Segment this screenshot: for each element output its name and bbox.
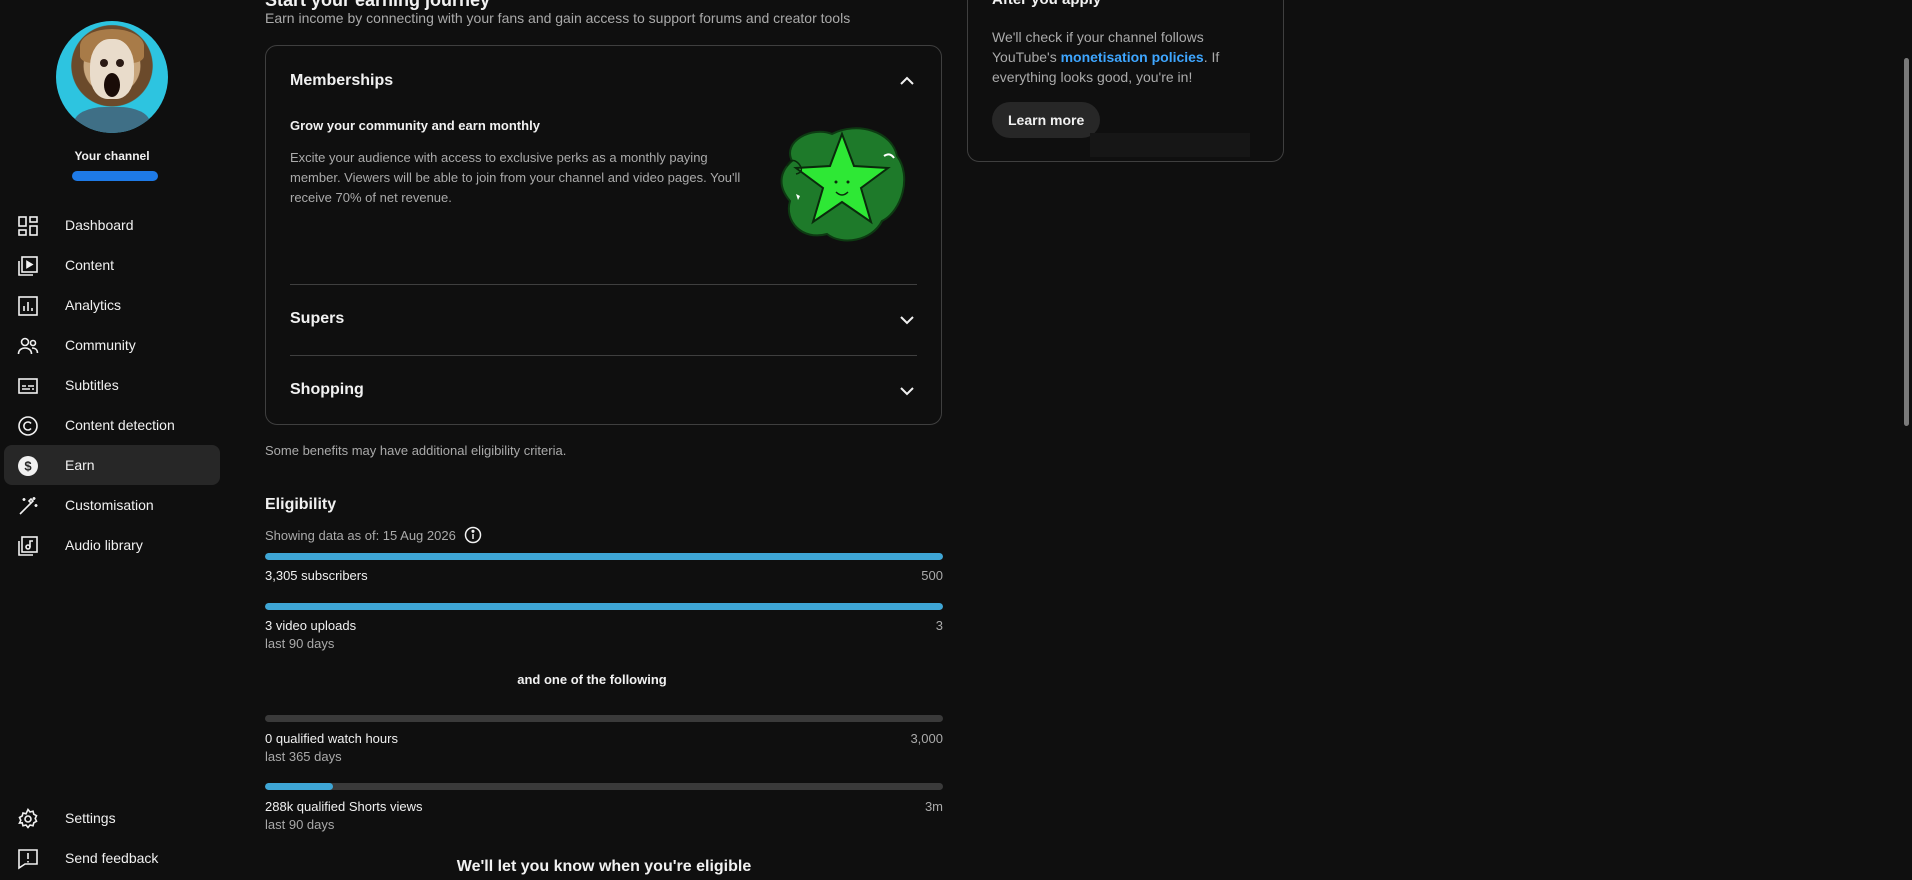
sidebar-item-content-detection[interactable]: Content detection	[4, 405, 220, 445]
divider	[290, 284, 917, 285]
sidebar-item-label: Settings	[65, 810, 116, 826]
watch-hours-target: 3,000	[910, 731, 943, 746]
channel-avatar[interactable]	[56, 21, 168, 133]
subtitles-icon	[17, 375, 39, 397]
chevron-down-icon[interactable]	[895, 308, 919, 332]
scrollbar[interactable]	[1902, 0, 1912, 880]
sidebar-item-label: Earn	[65, 457, 95, 473]
sidebar: Your channel Dashboard Content Analytics…	[0, 0, 222, 880]
uploads-metric: 3 video uploads	[265, 618, 357, 633]
benefits-accordion: Memberships Grow your community and earn…	[265, 45, 942, 425]
sidebar-item-settings[interactable]: Settings	[4, 798, 220, 838]
chevron-down-icon[interactable]	[895, 379, 919, 403]
subscribers-metric: 3,305 subscribers	[265, 568, 368, 583]
copyright-icon	[17, 415, 39, 437]
sidebar-item-analytics[interactable]: Analytics	[4, 285, 220, 325]
watch-hours-metric: 0 qualified watch hours	[265, 731, 398, 746]
membership-star-illustration	[772, 116, 912, 256]
uploads-progress-bar	[265, 603, 943, 610]
sidebar-item-label: Customisation	[65, 497, 154, 513]
eligibility-title: Eligibility	[265, 496, 337, 513]
monetisation-policies-link[interactable]: monetisation policies	[1061, 49, 1204, 65]
community-icon	[17, 335, 39, 357]
sidebar-item-label: Send feedback	[65, 850, 159, 866]
audio-library-icon	[17, 535, 39, 557]
sidebar-item-label: Content detection	[65, 417, 175, 433]
magic-wand-icon	[17, 495, 39, 517]
eligibility-notice: We'll let you know when you're eligible	[456, 858, 752, 875]
subscribers-target: 500	[921, 568, 943, 583]
sidebar-item-label: Community	[65, 337, 136, 353]
after-you-apply-text: We'll check if your channel follows YouT…	[992, 27, 1262, 87]
channel-name-redacted	[72, 171, 158, 181]
analytics-icon	[17, 295, 39, 317]
subscribers-progress-bar	[265, 553, 943, 560]
learn-more-button[interactable]: Learn more	[992, 102, 1101, 138]
your-channel-label[interactable]: Your channel	[0, 149, 224, 163]
sidebar-item-earn[interactable]: $ Earn	[4, 445, 220, 485]
chevron-up-icon[interactable]	[895, 69, 919, 93]
memberships-title[interactable]: Memberships	[290, 72, 393, 90]
svg-text:$: $	[24, 459, 32, 474]
ghost-tooltip	[1090, 133, 1250, 157]
data-date-row: Showing data as of: 15 Aug 2026	[265, 526, 482, 544]
memberships-content-text: Excite your audience with access to excl…	[290, 150, 741, 205]
sidebar-item-customisation[interactable]: Customisation	[4, 485, 220, 525]
gear-icon	[17, 808, 39, 830]
shorts-views-target: 3m	[924, 799, 943, 814]
sidebar-item-send-feedback[interactable]: Send feedback	[4, 838, 220, 878]
sidebar-item-label: Content	[65, 257, 115, 273]
sidebar-item-community[interactable]: Community	[4, 325, 220, 365]
supers-title[interactable]: Supers	[290, 310, 344, 328]
shopping-title[interactable]: Shopping	[290, 381, 364, 399]
watch-hours-period: last 365 days	[265, 749, 342, 764]
dollar-icon: $	[17, 455, 39, 477]
uploads-period: last 90 days	[265, 636, 335, 651]
shorts-views-progress-bar	[265, 783, 943, 790]
feedback-icon	[17, 848, 39, 870]
sidebar-item-label: Analytics	[65, 297, 122, 313]
sidebar-item-audio-library[interactable]: Audio library	[4, 525, 220, 565]
sidebar-item-label: Subtitles	[65, 377, 119, 393]
info-icon[interactable]	[464, 526, 482, 544]
data-date-label: Showing data as of: 15 Aug 2026	[265, 527, 456, 543]
sidebar-item-subtitles[interactable]: Subtitles	[4, 365, 220, 405]
page-subheading: Earn income by connecting with your fans…	[265, 10, 851, 26]
and-one-of-following: and one of the following	[517, 672, 667, 687]
shorts-views-metric: 288k qualified Shorts views	[265, 799, 423, 814]
memberships-content-title: Grow your community and earn monthly	[290, 118, 540, 133]
eligibility-note: Some benefits may have additional eligib…	[265, 443, 567, 458]
shorts-views-period: last 90 days	[265, 817, 335, 832]
sidebar-item-content[interactable]: Content	[4, 245, 220, 285]
sidebar-item-label: Audio library	[65, 537, 143, 553]
uploads-target: 3	[935, 618, 943, 633]
divider	[290, 355, 917, 356]
sidebar-item-dashboard[interactable]: Dashboard	[4, 205, 220, 245]
sidebar-item-label: Dashboard	[65, 217, 134, 233]
watch-hours-progress-bar	[265, 715, 943, 722]
scrollbar-thumb[interactable]	[1904, 58, 1909, 426]
dashboard-icon	[17, 215, 39, 237]
content-icon	[17, 255, 39, 277]
after-you-apply-title: After you apply	[992, 0, 1101, 8]
